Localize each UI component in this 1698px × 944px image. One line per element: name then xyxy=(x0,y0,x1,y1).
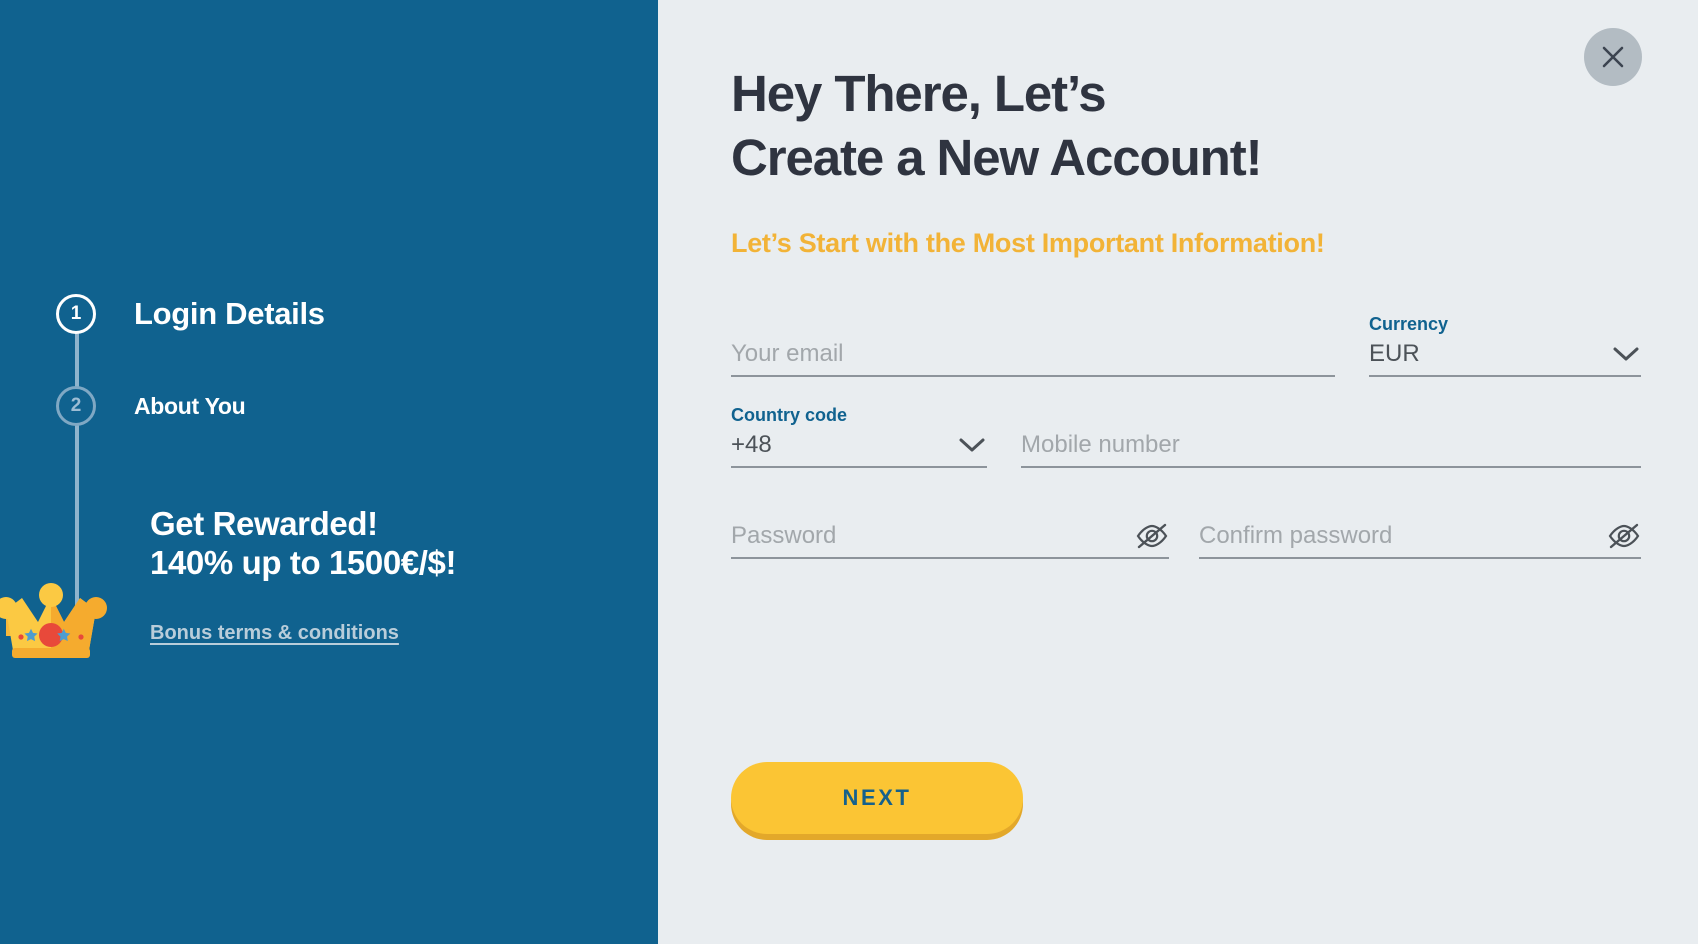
country-code-label: Country code xyxy=(731,405,848,425)
form-row-email-currency: Your email Currency EUR xyxy=(731,314,1641,377)
reward-amount: 140% up to 1500€/$! xyxy=(150,543,457,581)
signup-stepper: 1 Login Details 2 About You xyxy=(56,292,616,640)
chevron-down-icon xyxy=(957,436,987,454)
page-title-line-2: Create a New Account! xyxy=(731,129,1263,187)
page-title-line-1: Hey There, Let’s xyxy=(731,65,1107,122)
chevron-down-icon xyxy=(1611,345,1641,363)
mobile-number-field[interactable]: Mobile number xyxy=(1021,431,1641,468)
password-field[interactable]: Password xyxy=(731,522,1169,559)
promo-sidebar: 1 Login Details 2 About You Get Rewarded… xyxy=(0,0,658,944)
next-button[interactable]: NEXT xyxy=(731,762,1023,834)
currency-label: Currency xyxy=(1369,314,1449,334)
reward-headline: Get Rewarded! xyxy=(150,505,378,542)
email-placeholder: Your email xyxy=(731,340,844,367)
step-2-label: About You xyxy=(134,392,246,419)
email-field[interactable]: Your email xyxy=(731,340,1335,377)
step-1-label: Login Details xyxy=(134,296,325,331)
confirm-password-field[interactable]: Confirm password xyxy=(1199,522,1641,559)
page-subtitle: Let’s Start with the Most Important Info… xyxy=(731,228,1325,258)
password-placeholder: Password xyxy=(731,522,837,549)
currency-select[interactable]: Currency EUR xyxy=(1369,314,1641,377)
form-row-passwords: Password Confirm password xyxy=(731,522,1641,559)
confirm-password-placeholder: Confirm password xyxy=(1199,522,1393,549)
registration-form: Your email Currency EUR Country code +48… xyxy=(731,314,1641,613)
bonus-terms-link[interactable]: Bonus terms & conditions xyxy=(150,622,399,645)
country-code-select[interactable]: Country code +48 xyxy=(731,405,987,468)
form-row-phone: Country code +48 Mobile number xyxy=(731,405,1641,468)
step-1-circle: 1 xyxy=(56,294,96,334)
country-code-value: +48 xyxy=(731,431,772,458)
eye-off-icon[interactable] xyxy=(1607,523,1641,549)
step-1-number: 1 xyxy=(70,303,82,324)
signup-form-panel: Hey There, Let’s Create a New Account! L… xyxy=(658,0,1698,944)
page-title: Hey There, Let’s Create a New Account! xyxy=(731,62,1611,191)
step-2-circle: 2 xyxy=(56,386,96,426)
crown-icon xyxy=(0,578,110,660)
step-2-number: 2 xyxy=(70,395,82,416)
reward-banner: Get Rewarded! 140% up to 1500€/$! xyxy=(150,505,650,583)
sidebar-step-about-you[interactable]: 2 About You xyxy=(56,384,616,428)
sidebar-step-login-details[interactable]: 1 Login Details xyxy=(56,292,616,336)
registration-modal: 1 Login Details 2 About You Get Rewarded… xyxy=(0,0,1698,944)
currency-value: EUR xyxy=(1369,340,1420,367)
mobile-number-placeholder: Mobile number xyxy=(1021,431,1180,458)
eye-off-icon[interactable] xyxy=(1135,523,1169,549)
